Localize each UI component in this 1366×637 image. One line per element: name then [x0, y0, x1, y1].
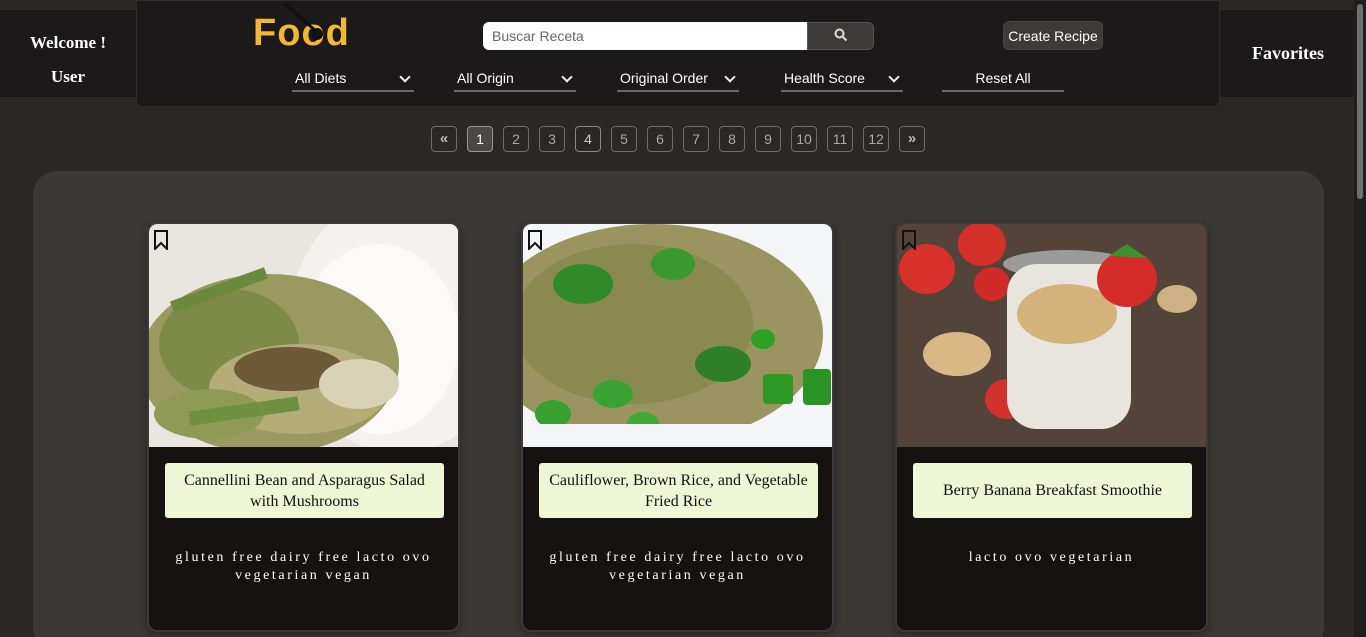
recipe-card[interactable]: Cannellini Bean and Asparagus Salad with…: [147, 222, 460, 632]
health-score-select-label: Health Score: [784, 70, 865, 86]
page-button-4[interactable]: 4: [575, 126, 601, 152]
chevron-down-icon: [561, 71, 573, 83]
recipe-diets: lacto ovo vegetarian: [968, 550, 1135, 565]
recipe-image[interactable]: [523, 224, 832, 447]
page-button-9[interactable]: 9: [755, 126, 781, 152]
chevron-down-icon: [399, 71, 411, 83]
scrollbar-thumb[interactable]: [1357, 4, 1363, 199]
recipe-title[interactable]: Cannellini Bean and Asparagus Salad with…: [165, 463, 444, 518]
bookmark-icon[interactable]: [901, 230, 917, 250]
page-button-8[interactable]: 8: [719, 126, 745, 152]
page-button-11[interactable]: 11: [827, 126, 853, 152]
page-button-6[interactable]: 6: [647, 126, 673, 152]
chevron-down-icon: [724, 71, 736, 83]
recipe-title[interactable]: Berry Banana Breakfast Smoothie: [913, 463, 1192, 518]
recipe-card[interactable]: Cauliflower, Brown Rice, and Vegetable F…: [521, 222, 834, 632]
search-button[interactable]: [807, 22, 874, 50]
origin-select-label: All Origin: [457, 70, 514, 86]
recipe-image[interactable]: [897, 224, 1206, 447]
diet-select-label: All Diets: [295, 70, 347, 86]
user-name: User: [51, 67, 85, 86]
diet-select[interactable]: All Diets: [292, 66, 414, 92]
origin-select[interactable]: All Origin: [454, 66, 576, 92]
create-recipe-button[interactable]: Create Recipe: [1003, 21, 1103, 50]
page-button-2[interactable]: 2: [503, 126, 529, 152]
recipe-card[interactable]: Berry Banana Breakfast Smoothie lacto ov…: [895, 222, 1208, 632]
pagination: « 1 2 3 4 5 6 7 8 9 10 11 12 »: [431, 126, 935, 152]
search-bar: [483, 22, 874, 50]
spoon-icon: [284, 2, 323, 40]
health-score-select[interactable]: Health Score: [781, 66, 903, 92]
page-button-12[interactable]: 12: [863, 126, 889, 152]
chevron-down-icon: [888, 71, 900, 83]
recipe-diets: gluten free dairy free lacto ovo vegetar…: [549, 550, 806, 583]
reset-all-button[interactable]: Reset All: [942, 66, 1064, 92]
favorites-label: Favorites: [1252, 43, 1324, 63]
order-select[interactable]: Original Order: [617, 66, 739, 92]
search-icon: [834, 28, 847, 41]
search-input[interactable]: [483, 22, 807, 50]
first-page-button[interactable]: «: [431, 126, 457, 152]
bookmark-icon[interactable]: [527, 230, 543, 250]
recipe-diets: gluten free dairy free lacto ovo vegetar…: [175, 550, 432, 583]
food-logo[interactable]: Food: [253, 2, 350, 56]
recipe-image[interactable]: [149, 224, 458, 447]
welcome-panel: Welcome ! User: [0, 10, 136, 97]
favorites-link[interactable]: Favorites: [1220, 10, 1356, 97]
reset-all-label: Reset All: [975, 70, 1031, 86]
page-scrollbar[interactable]: [1354, 0, 1366, 637]
bookmark-icon[interactable]: [153, 230, 169, 250]
header-bar: Food Create Recipe All Diets All Origin …: [136, 0, 1220, 107]
last-page-button[interactable]: »: [899, 126, 925, 152]
recipe-title[interactable]: Cauliflower, Brown Rice, and Vegetable F…: [539, 463, 818, 518]
page-button-1[interactable]: 1: [467, 126, 493, 152]
page-button-3[interactable]: 3: [539, 126, 565, 152]
page-button-10[interactable]: 10: [791, 126, 817, 152]
welcome-text: Welcome !: [30, 33, 106, 52]
page-button-7[interactable]: 7: [683, 126, 709, 152]
order-select-label: Original Order: [620, 70, 708, 86]
page-button-5[interactable]: 5: [611, 126, 637, 152]
